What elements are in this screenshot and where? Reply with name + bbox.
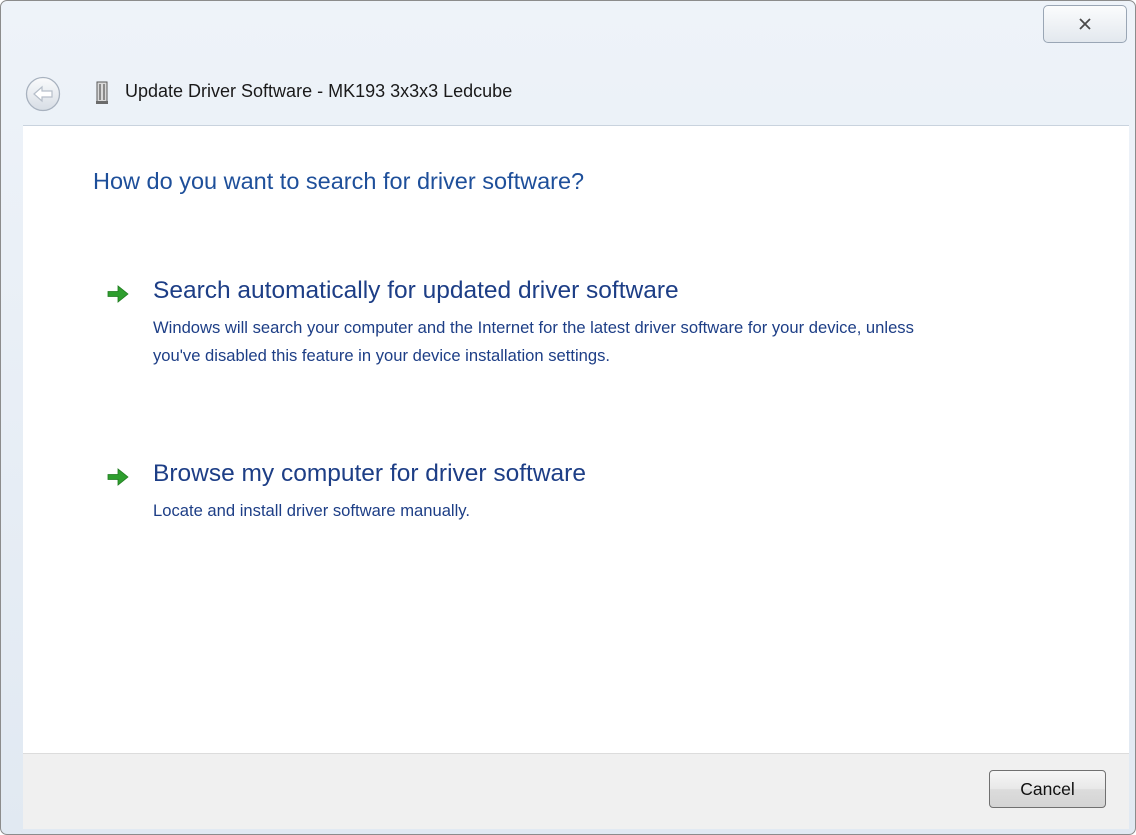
- update-driver-dialog: Update Driver Software - MK193 3x3x3 Led…: [0, 0, 1136, 835]
- cancel-button[interactable]: Cancel: [989, 770, 1106, 808]
- close-button[interactable]: [1043, 5, 1127, 43]
- option-description: Locate and install driver software manua…: [153, 501, 470, 520]
- option-title: Search automatically for updated driver …: [153, 277, 679, 304]
- window-title: Update Driver Software - MK193 3x3x3 Led…: [125, 81, 513, 101]
- option-title: Browse my computer for driver software: [153, 460, 586, 487]
- dialog-footer: Cancel: [23, 753, 1129, 829]
- back-arrow-icon[interactable]: [25, 76, 61, 112]
- browse-computer-option[interactable]: Browse my computer for driver software L…: [107, 460, 807, 530]
- page-heading: How do you want to search for driver sof…: [93, 168, 585, 194]
- usb-device-icon: [96, 81, 108, 104]
- option-description: Windows will search your computer and th…: [153, 318, 914, 365]
- green-arrow-icon: [107, 468, 129, 486]
- green-arrow-icon: [107, 285, 129, 303]
- search-automatically-option[interactable]: Search automatically for updated driver …: [107, 277, 1007, 397]
- title-bar: Update Driver Software - MK193 3x3x3 Led…: [1, 61, 1135, 125]
- close-icon: [1079, 18, 1091, 30]
- content-panel: How do you want to search for driver sof…: [23, 125, 1129, 754]
